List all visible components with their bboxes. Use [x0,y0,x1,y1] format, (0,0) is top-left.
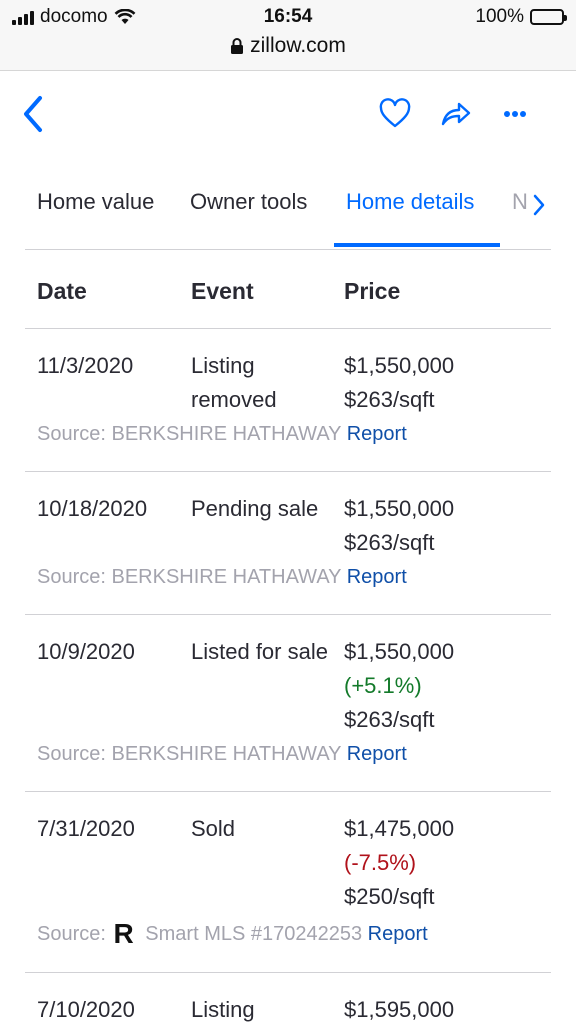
row-source: Source: BERKSHIRE HATHAWAY Report [37,743,407,766]
report-link[interactable]: Report [347,743,407,765]
row-date: 10/9/2020 [37,639,135,664]
tab-home-details[interactable]: Home details [346,189,474,215]
row-date: 7/31/2020 [37,816,135,841]
row-event: Listed for sale [191,639,328,664]
row-event: Listing [191,997,255,1022]
source-text: Source: BERKSHIRE HATHAWAY [37,423,342,445]
row-price: $1,475,000 [344,816,455,841]
source-text: Smart MLS #170242253 [145,923,363,945]
row-event: Pending sale [191,496,319,521]
back-arrow-icon[interactable] [20,94,50,134]
report-link[interactable]: Report [347,423,407,445]
column-header-date: Date [37,278,87,304]
url-text: zillow.com [250,34,346,57]
table-row: 7/10/2020 Listing $1,595,000 [25,973,551,1033]
report-link[interactable]: Report [347,566,407,588]
browser-status-bar: docomo 16:54 100% zillow.com [0,0,576,71]
row-price-per-sqft: $263/sqft [344,530,435,555]
row-price: $1,550,000 [344,496,455,521]
active-tab-indicator [334,243,500,247]
row-price-change: (+5.1%) [344,673,422,698]
tab-owner-tools[interactable]: Owner tools [190,189,307,215]
row-source: Source: BERKSHIRE HATHAWAY Report [37,566,407,589]
column-header-event: Event [191,278,254,304]
tab-next-partial[interactable]: N [512,189,528,215]
row-price-per-sqft: $263/sqft [344,387,435,412]
heart-icon[interactable] [377,96,413,132]
row-price-change: (-7.5%) [344,850,417,875]
battery-icon [530,9,567,25]
row-price: $1,550,000 [344,353,455,378]
source-text: Source: BERKSHIRE HATHAWAY [37,743,342,765]
row-source: Source: R Smart MLS #170242253 Report [37,918,428,950]
row-date: 11/3/2020 [37,353,134,378]
report-link[interactable]: Report [368,923,428,945]
mls-logo: R [113,918,134,949]
top-action-bar [0,72,576,162]
section-tabs: Home value Owner tools Home details N [25,185,551,250]
row-source: Source: BERKSHIRE HATHAWAY Report [37,423,407,446]
column-header-price: Price [344,278,401,304]
row-date: 10/18/2020 [37,496,148,521]
tab-home-value[interactable]: Home value [37,189,154,215]
row-price-per-sqft: $250/sqft [344,884,435,909]
lock-icon [231,38,244,54]
row-event: Sold [191,816,236,841]
table-row: 11/3/2020 Listing removed $1,550,000 $26… [25,329,551,472]
table-row: 10/9/2020 Listed for sale $1,550,000 (+5… [25,615,551,792]
row-price: $1,550,000 [344,639,455,664]
source-prefix: Source: [37,923,106,945]
row-price-per-sqft: $263/sqft [344,707,435,732]
price-history-header: Date Event Price [25,250,551,329]
battery-status: 100% [475,6,567,28]
more-options-icon[interactable] [497,96,533,132]
table-row: 10/18/2020 Pending sale $1,550,000 $263/… [25,472,551,615]
row-event: Listing removed [191,353,277,412]
share-icon[interactable] [437,96,473,132]
battery-percent: 100% [475,6,524,27]
table-row: 7/31/2020 Sold $1,475,000 (-7.5%) $250/s… [25,792,551,973]
row-price: $1,595,000 [344,997,455,1022]
row-date: 7/10/2020 [37,997,135,1022]
address-bar[interactable]: zillow.com [0,34,576,58]
chevron-right-icon[interactable] [531,193,547,217]
source-text: Source: BERKSHIRE HATHAWAY [37,566,342,588]
